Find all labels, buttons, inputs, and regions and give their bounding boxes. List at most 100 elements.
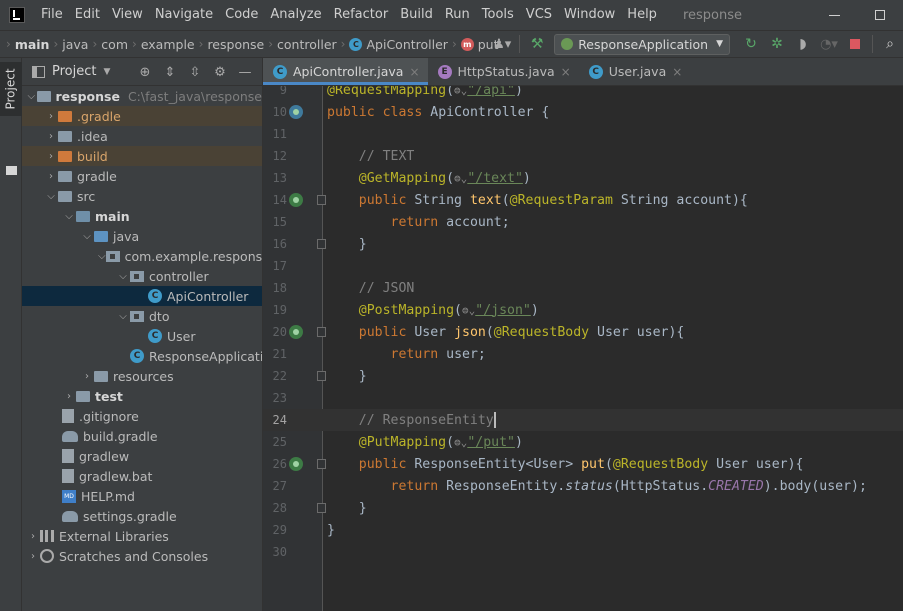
tree-item-dto[interactable]: ⌵ dto: [22, 306, 262, 326]
tree-item-src[interactable]: ⌵ src: [22, 186, 262, 206]
fold-icon[interactable]: [317, 239, 326, 249]
tree-item-test[interactable]: › test: [22, 386, 262, 406]
fold-icon[interactable]: [317, 327, 326, 337]
expand-arrow-icon[interactable]: ⌵: [80, 231, 94, 242]
tree-item-response-root[interactable]: ⌵ response C:\fast_java\response: [22, 86, 262, 106]
markdown-icon: MD: [62, 489, 76, 503]
breadcrumb-java[interactable]: java: [62, 37, 88, 52]
search-icon[interactable]: ⌕: [879, 33, 901, 55]
tree-item-controller[interactable]: ⌵ controller: [22, 266, 262, 286]
collapse-arrow-icon[interactable]: ›: [80, 371, 94, 382]
tree-item-idea[interactable]: › .idea: [22, 126, 262, 146]
brace: }: [358, 236, 367, 252]
tree-item-main[interactable]: ⌵ main: [22, 206, 262, 226]
menu-refactor[interactable]: Refactor: [328, 0, 395, 30]
endpoint-gutter-icon[interactable]: [289, 193, 303, 207]
tree-item-build-gradle[interactable]: build.gradle: [22, 426, 262, 446]
menu-window[interactable]: Window: [558, 0, 621, 30]
debug-icon[interactable]: ✲: [766, 33, 788, 55]
breadcrumb-example[interactable]: example: [141, 37, 195, 52]
collapse-arrow-icon[interactable]: ›: [44, 171, 58, 182]
stop-icon[interactable]: [844, 33, 866, 55]
keyword: public: [358, 192, 407, 208]
menu-view[interactable]: View: [106, 0, 149, 30]
menu-tools[interactable]: Tools: [476, 0, 520, 30]
breadcrumb-controller[interactable]: controller: [277, 37, 337, 52]
line-number: 20: [272, 325, 287, 339]
hide-panel-icon[interactable]: —: [234, 62, 256, 82]
expand-arrow-icon[interactable]: ⌵: [116, 271, 130, 282]
tree-item-settings-gradle[interactable]: settings.gradle: [22, 506, 262, 526]
close-icon[interactable]: ×: [409, 65, 419, 79]
menu-edit[interactable]: Edit: [69, 0, 106, 30]
collapse-all-icon[interactable]: ⇳: [184, 62, 206, 82]
collapse-arrow-icon[interactable]: ›: [62, 391, 76, 402]
breadcrumb-response[interactable]: response: [207, 37, 264, 52]
endpoint-gutter-icon[interactable]: [289, 325, 303, 339]
expand-all-icon[interactable]: ⇕: [159, 62, 181, 82]
tab-user[interactable]: C User.java ×: [579, 58, 691, 85]
build-hammer-icon[interactable]: ⚒: [526, 33, 548, 55]
expand-arrow-icon[interactable]: ⌵: [26, 91, 37, 102]
rerun-icon[interactable]: ↻: [740, 33, 762, 55]
breadcrumb-main[interactable]: main: [15, 37, 50, 52]
bean-class-gutter-icon[interactable]: [289, 105, 303, 119]
tab-apicontroller[interactable]: C ApiController.java ×: [263, 58, 428, 85]
menu-navigate[interactable]: Navigate: [149, 0, 219, 30]
collapse-arrow-icon[interactable]: ›: [26, 551, 40, 562]
menu-analyze[interactable]: Analyze: [264, 0, 327, 30]
project-view-selector[interactable]: Project ▼: [32, 64, 110, 79]
menu-vcs[interactable]: VCS: [520, 0, 558, 30]
breadcrumb-com[interactable]: com: [101, 37, 128, 52]
user-icon[interactable]: ♟▾: [491, 33, 513, 55]
close-icon[interactable]: ×: [672, 65, 682, 79]
fold-icon[interactable]: [317, 371, 326, 381]
code-area[interactable]: 9 @RequestMapping(⊜⌄"/api") 10 public cl…: [263, 86, 903, 611]
tree-item-package[interactable]: ⌵ com.example.response: [22, 246, 262, 266]
tree-item-user[interactable]: C User: [22, 326, 262, 346]
tab-httpstatus[interactable]: E HttpStatus.java ×: [428, 58, 579, 85]
collapse-arrow-icon[interactable]: ›: [44, 151, 58, 162]
function-name: put: [581, 456, 605, 472]
breadcrumb-apicontroller[interactable]: ApiController: [366, 37, 447, 52]
collapse-arrow-icon[interactable]: ›: [26, 531, 40, 542]
tree-item-gradlew[interactable]: gradlew: [22, 446, 262, 466]
endpoint-gutter-icon[interactable]: [289, 457, 303, 471]
tree-item-help-md[interactable]: MD HELP.md: [22, 486, 262, 506]
project-tool-tab[interactable]: Project: [0, 62, 22, 116]
tree-item-gradlew-bat[interactable]: gradlew.bat: [22, 466, 262, 486]
coverage-icon[interactable]: ◗: [792, 33, 814, 55]
fold-icon[interactable]: [317, 503, 326, 513]
tree-item-scratches[interactable]: › Scratches and Consoles: [22, 546, 262, 566]
menu-code[interactable]: Code: [219, 0, 264, 30]
tree-item-responseapplication[interactable]: C ResponseApplication: [22, 346, 262, 366]
profile-icon[interactable]: ◔▾: [818, 33, 840, 55]
tree-item-gradle[interactable]: › gradle: [22, 166, 262, 186]
minimize-button[interactable]: [811, 0, 857, 30]
tree-item-resources[interactable]: › resources: [22, 366, 262, 386]
fold-icon[interactable]: [317, 459, 326, 469]
tree-item-external-libraries[interactable]: › External Libraries: [22, 526, 262, 546]
keyword: return: [390, 478, 439, 494]
gear-icon[interactable]: ⚙: [209, 62, 231, 82]
tree-item-gradle-dir[interactable]: › .gradle: [22, 106, 262, 126]
collapse-arrow-icon[interactable]: ›: [44, 111, 58, 122]
expand-arrow-icon[interactable]: ⌵: [62, 211, 76, 222]
tree-item-build[interactable]: › build: [22, 146, 262, 166]
fold-icon[interactable]: [317, 195, 326, 205]
menu-help[interactable]: Help: [621, 0, 663, 30]
locate-file-icon[interactable]: ⊕: [134, 62, 156, 82]
expand-arrow-icon[interactable]: ⌵: [98, 251, 106, 262]
close-icon[interactable]: ×: [561, 65, 571, 79]
run-configuration-select[interactable]: ResponseApplication ▼: [554, 33, 730, 55]
menu-run[interactable]: Run: [439, 0, 476, 30]
expand-arrow-icon[interactable]: ⌵: [116, 311, 130, 322]
menu-file[interactable]: File: [35, 0, 69, 30]
tree-item-gitignore[interactable]: .gitignore: [22, 406, 262, 426]
tree-item-java[interactable]: ⌵ java: [22, 226, 262, 246]
maximize-button[interactable]: [857, 0, 903, 30]
collapse-arrow-icon[interactable]: ›: [44, 131, 58, 142]
tree-item-apicontroller[interactable]: C ApiController: [22, 286, 262, 306]
menu-build[interactable]: Build: [394, 0, 439, 30]
expand-arrow-icon[interactable]: ⌵: [44, 191, 58, 202]
